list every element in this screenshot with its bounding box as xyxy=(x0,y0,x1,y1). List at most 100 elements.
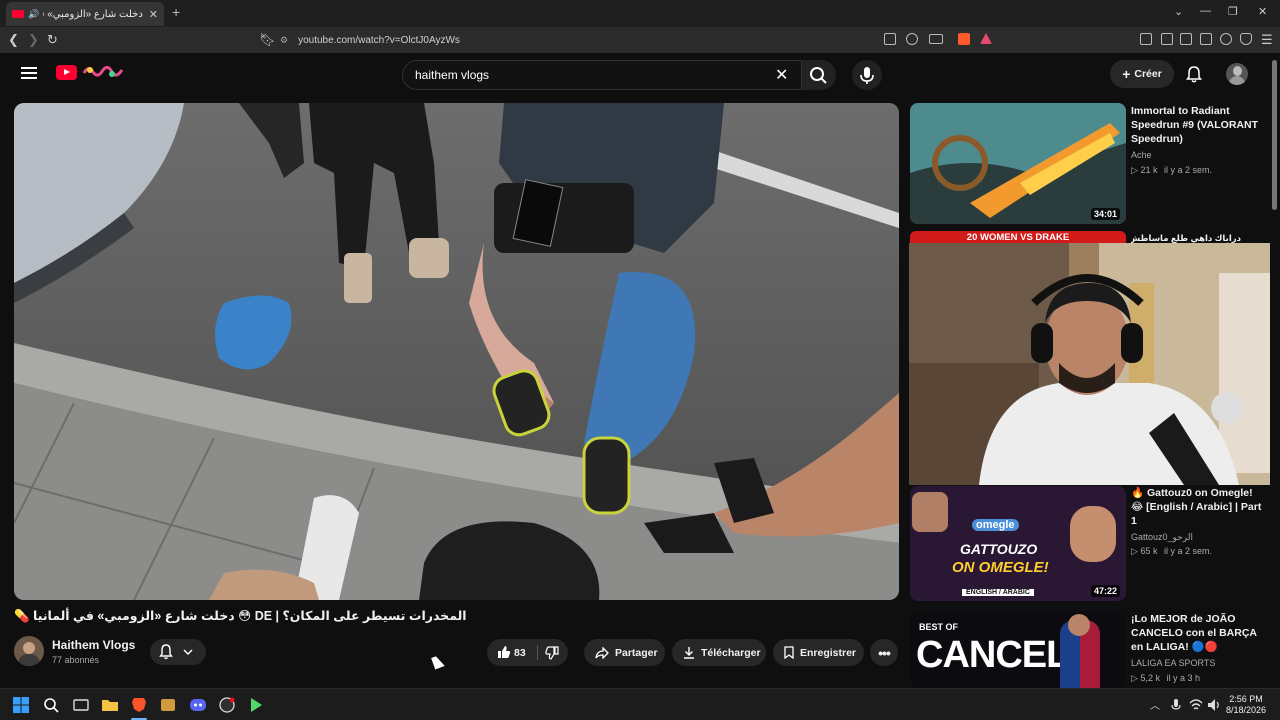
media-icon[interactable] xyxy=(1161,33,1173,45)
leo-ai-icon[interactable] xyxy=(1220,33,1232,45)
translate-icon[interactable] xyxy=(884,33,896,45)
downloads-icon[interactable] xyxy=(1140,33,1152,45)
system-clock[interactable]: 2:56 PM 8/18/2026 xyxy=(1226,694,1266,716)
show-hidden-icons-icon[interactable]: ︿ xyxy=(1150,697,1160,712)
volume-icon[interactable] xyxy=(1207,697,1221,713)
recommendation-stats: ▷ 5,2 k il y a 3 h xyxy=(1131,673,1200,684)
share-icon xyxy=(595,646,609,659)
save-button[interactable]: Enregistrer xyxy=(773,639,864,666)
thumbnail-caption: CANCEL xyxy=(916,634,1069,676)
vpn-icon[interactable] xyxy=(1240,33,1252,45)
thumbnail-caption: ON OMEGLE! xyxy=(952,559,1049,576)
notifications-bell-icon[interactable] xyxy=(1186,65,1202,83)
site-info-icon[interactable]: ⚙︎ xyxy=(280,35,288,46)
brave-browser-icon[interactable] xyxy=(131,697,147,713)
share-label: Partager xyxy=(615,646,658,659)
search-button[interactable] xyxy=(802,60,836,90)
download-label: Télécharger xyxy=(701,646,761,659)
brave-shield-icon[interactable] xyxy=(958,33,970,45)
windows-start-icon[interactable] xyxy=(13,697,29,713)
discord-icon[interactable] xyxy=(190,697,206,713)
video-frame xyxy=(14,103,899,600)
recommendation-thumbnail[interactable]: omegle GATTOUZO ON OMEGLE! ENGLISH / ARA… xyxy=(910,486,1126,601)
recommendation-thumbnail[interactable]: BEST OF CANCEL xyxy=(910,612,1126,688)
recommendation-title[interactable]: Immortal to Radiant Speedrun #9 (VALORAN… xyxy=(1131,104,1265,146)
microphone-tray-icon[interactable] xyxy=(1170,697,1182,713)
recommendation-title[interactable]: ¡Lo MEJOR de JOÃO CANCELO con el BARÇA e… xyxy=(1131,612,1265,654)
youtube-header: haithem vlogs ✕ + Créer xyxy=(0,53,1270,97)
url-text: youtube.com/watch?v=OlctJ0AyzWs xyxy=(298,34,460,46)
minimize-icon[interactable]: — xyxy=(1200,5,1211,17)
upload-age: il y a 2 sem. xyxy=(1163,546,1212,556)
scrollbar-thumb[interactable] xyxy=(1272,60,1277,210)
recommendation-stats: ▷ 65 k il y a 2 sem. xyxy=(1131,546,1212,557)
cast-icon[interactable] xyxy=(929,34,943,44)
clock-date: 8/18/2026 xyxy=(1226,705,1267,715)
thumbnail-image xyxy=(910,103,1126,224)
media-player-icon[interactable] xyxy=(160,697,176,713)
subscription-bell-button[interactable] xyxy=(150,639,206,665)
wallet-icon[interactable] xyxy=(1200,33,1212,45)
recommendation-channel[interactable]: Gattouz0_الرحو xyxy=(1131,532,1193,543)
search-input-value: haithem vlogs xyxy=(415,68,490,82)
play-app-icon[interactable] xyxy=(248,697,264,713)
voice-search-button[interactable] xyxy=(852,60,882,90)
search-input[interactable]: haithem vlogs xyxy=(402,60,802,90)
browser-tab-bar: 🔊 دخلت شارع «الزومبي» في ألمانيا ✕ + ⌄ —… xyxy=(0,0,1280,27)
sidebar-toggle-icon[interactable] xyxy=(1180,33,1192,45)
wifi-icon[interactable] xyxy=(1189,697,1203,713)
file-explorer-icon[interactable] xyxy=(102,697,118,713)
search-icon xyxy=(810,67,827,84)
close-window-icon[interactable]: ✕ xyxy=(1258,5,1267,18)
obs-icon[interactable] xyxy=(219,697,235,713)
play-small-icon: ▷ xyxy=(1131,673,1138,683)
like-button[interactable] xyxy=(497,645,511,662)
video-player[interactable] xyxy=(14,103,899,600)
webcam-overlay xyxy=(909,243,1280,485)
like-count: 83 xyxy=(514,646,526,659)
search-icon[interactable] xyxy=(43,697,59,713)
recommendation-channel[interactable]: LALIGA EA SPORTS xyxy=(1131,658,1215,668)
upload-age: il y a 3 h xyxy=(1166,673,1200,683)
recommendation-title[interactable]: 🔥 Gattouz0 on Omegle! 😂 [English / Arabi… xyxy=(1131,486,1265,528)
thumbs-down-icon xyxy=(545,646,559,660)
hamburger-menu-icon[interactable] xyxy=(21,67,37,79)
address-bar: ❮ ❯ ↻ 🔖︎ ⚙︎ youtube.com/watch?v=OlctJ0Ay… xyxy=(0,27,1280,53)
more-actions-button[interactable]: ••• xyxy=(870,639,898,666)
close-tab-icon[interactable]: ✕ xyxy=(149,8,158,21)
forward-icon[interactable]: ❯ xyxy=(28,32,39,48)
channel-avatar[interactable] xyxy=(14,636,44,666)
youtube-logo[interactable] xyxy=(56,65,77,80)
thumbnail-caption: GATTOUZO xyxy=(960,541,1038,557)
recommendation-thumbnail[interactable]: 34:01 xyxy=(910,103,1126,224)
task-view-icon[interactable] xyxy=(73,697,89,713)
zoom-icon[interactable] xyxy=(906,33,918,45)
channel-name[interactable]: Haithem Vlogs xyxy=(52,638,135,652)
browser-tab[interactable]: 🔊 دخلت شارع «الزومبي» في ألمانيا ✕ xyxy=(6,2,164,26)
dislike-button[interactable] xyxy=(545,646,559,663)
mouse-cursor-icon xyxy=(431,654,445,670)
youtube-doodle-logo[interactable] xyxy=(82,64,124,81)
share-button[interactable]: Partager xyxy=(584,639,665,666)
recommendation-channel[interactable]: Ache xyxy=(1131,150,1152,160)
play-small-icon: ▷ xyxy=(1131,546,1138,556)
clock-time: 2:56 PM xyxy=(1229,694,1263,704)
youtube-favicon-icon xyxy=(12,10,24,18)
clear-search-icon[interactable]: ✕ xyxy=(775,65,788,85)
brave-rewards-icon[interactable] xyxy=(980,33,992,44)
windows-taskbar: ︿ 2:56 PM 8/18/2026 xyxy=(0,688,1280,720)
back-icon[interactable]: ❮ xyxy=(8,32,19,48)
view-count: 65 k xyxy=(1140,546,1158,556)
new-tab-icon[interactable]: + xyxy=(172,4,180,20)
tab-list-icon[interactable]: ⌄ xyxy=(1174,5,1183,18)
speaker-icon[interactable]: 🔊 xyxy=(28,9,39,20)
create-button[interactable]: + Créer xyxy=(1110,60,1174,88)
reload-icon[interactable]: ↻ xyxy=(47,32,58,48)
account-avatar[interactable] xyxy=(1226,63,1248,85)
bookmark-icon[interactable]: 🔖︎ xyxy=(259,32,276,48)
divider xyxy=(537,645,538,660)
download-button[interactable]: Télécharger xyxy=(672,639,766,666)
maximize-icon[interactable]: ❐ xyxy=(1228,5,1238,18)
browser-menu-icon[interactable]: ☰ xyxy=(1261,32,1273,48)
save-label: Enregistrer xyxy=(800,646,857,659)
